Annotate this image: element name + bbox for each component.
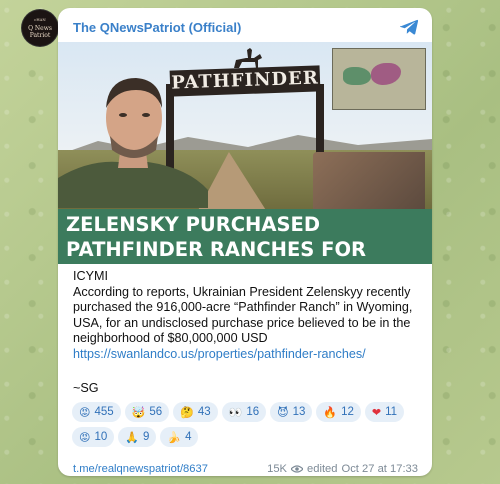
reaction-count: 43 [197,406,211,418]
reaction-count: 56 [149,406,163,418]
telegram-share-icon[interactable] [399,17,419,37]
reaction-angry-2[interactable]: 😡 10 [72,427,115,447]
post-signature: ~SG [73,380,99,395]
channel-name[interactable]: The QNewsPatriot (Official) [73,20,241,35]
rider-silhouette-icon [234,48,262,68]
fire-icon: 🔥 [323,405,338,419]
view-count: 15K [267,463,288,475]
banana-icon: 🍌 [167,430,182,444]
reaction-angry[interactable]: 😡 455 [72,402,121,422]
reaction-count: 455 [94,406,114,418]
eyes-icon: 👀 [228,405,243,419]
exploding-head-icon: 🤯 [131,405,146,419]
reaction-count: 9 [142,431,150,443]
post-line-icymi: ICYMI [73,269,108,283]
avatar-text-top: ᶜᴴᴬᴺ [34,17,46,25]
angry-face-icon: 😡 [79,405,91,419]
edited-label: edited [307,463,338,475]
angry-face-icon: 😡 [79,430,91,444]
post-link[interactable]: https://swanlandco.us/properties/pathfin… [73,347,366,361]
reaction-count: 11 [385,406,398,418]
post-image[interactable]: PATHFINDER ZELENSKY PURCHASED PATHFINDER… [58,42,432,264]
map-region-purple [371,63,401,85]
post-permalink[interactable]: t.me/realqnewspatriot/8637 [73,463,208,475]
post-time: Oct 27 at 17:33 [341,463,419,475]
devil-face-icon: 😈 [277,405,289,419]
post-meta: 15K edited Oct 27 at 17:33 [267,463,418,475]
reaction-exploding-head[interactable]: 🤯 56 [124,402,170,422]
reaction-heart[interactable]: ❤ 11 [364,402,405,422]
reaction-thinking[interactable]: 🤔 43 [173,402,218,422]
eye-icon [291,465,304,473]
reaction-count: 16 [246,406,260,418]
reaction-count: 10 [94,431,108,443]
message-bubble: The QNewsPatriot (Official) PATHFINDER Z… [58,8,432,476]
reaction-eyes[interactable]: 👀 16 [221,402,267,422]
stone-wall [313,152,425,210]
reaction-fire[interactable]: 🔥 12 [316,402,361,422]
map-region-green [343,67,371,85]
reaction-pray[interactable]: 🙏 9 [118,427,157,447]
channel-avatar[interactable]: ᶜᴴᴬᴺ Q News Patriot [22,10,58,46]
avatar-text-bottom: Q News Patriot [28,24,52,39]
headline-line-2: PATHFINDER RANCHES FOR $79M [66,238,367,264]
thinking-face-icon: 🤔 [180,405,194,419]
headline-line-1: ZELENSKY PURCHASED [66,213,321,236]
person-portrait [58,78,208,208]
reactions-bar: 😡 455 🤯 56 🤔 43 👀 16 😈 13 🔥 12 ❤ 11 😡 10 🙏 9 🍌 4 [72,402,422,447]
praying-hands-icon: 🙏 [125,430,139,444]
post-text: ICYMI According to reports, Ukrainian Pr… [73,269,423,396]
reaction-count: 12 [341,406,354,418]
reaction-banana[interactable]: 🍌 4 [160,427,199,447]
heart-icon: ❤ [371,405,382,419]
reaction-devil[interactable]: 😈 13 [270,402,313,422]
reaction-count: 4 [185,431,192,443]
image-headline: ZELENSKY PURCHASED PATHFINDER RANCHES FO… [58,209,432,264]
reaction-count: 13 [292,406,306,418]
post-line-body: According to reports, Ukrainian Presiden… [73,284,413,346]
map-inset [332,48,426,110]
